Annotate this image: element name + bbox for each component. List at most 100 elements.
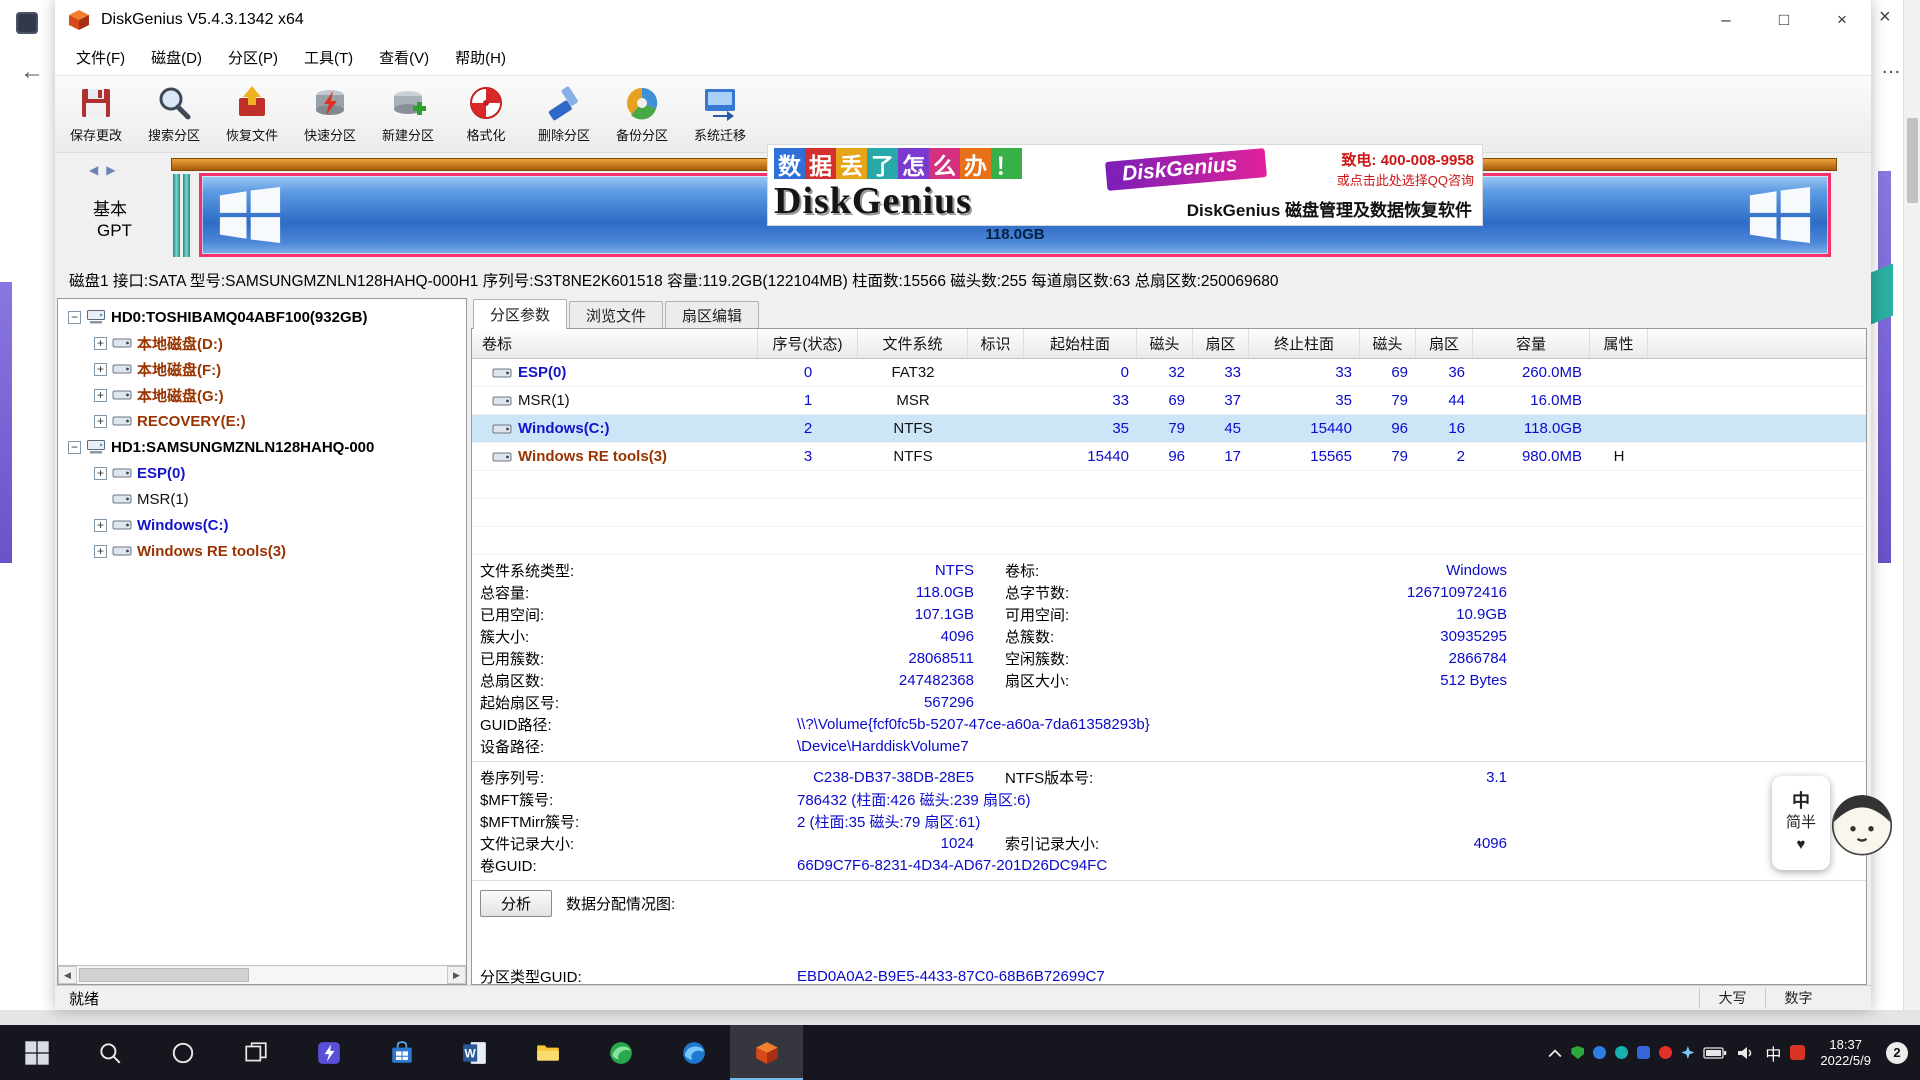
background-close-icon[interactable]: × <box>1879 6 1891 29</box>
tray-dot-red-icon[interactable] <box>1659 1046 1672 1059</box>
menu-file[interactable]: 文件(F) <box>63 42 138 73</box>
ime-mode-label[interactable]: 中 <box>1792 791 1810 811</box>
expand-icon[interactable]: + <box>94 545 107 558</box>
maximize-button[interactable]: □ <box>1755 0 1813 40</box>
close-button[interactable]: × <box>1813 0 1871 40</box>
ime-toolbar[interactable]: 中 简半 ♥ <box>1772 776 1830 870</box>
table-row[interactable]: ESP(0)0FAT3203233336936260.0MB <box>472 359 1866 387</box>
collapse-icon[interactable]: − <box>68 441 81 454</box>
expand-icon[interactable]: + <box>94 363 107 376</box>
column-header[interactable]: 文件系统 <box>858 329 968 358</box>
table-row[interactable]: Windows RE tools(3)3NTFS1544096171556579… <box>472 443 1866 471</box>
column-header[interactable]: 容量 <box>1473 329 1590 358</box>
pinned-app-green-browser[interactable] <box>584 1025 657 1080</box>
menu-tools[interactable]: 工具(T) <box>291 42 366 73</box>
toolbar-button-search-partition[interactable]: 搜索分区 <box>135 77 213 151</box>
table-row[interactable]: Windows(C:)2NTFS357945154409616118.0GB <box>472 415 1866 443</box>
tree-item[interactable]: +ESP(0) <box>58 460 466 486</box>
scrollbar-track[interactable] <box>77 966 447 984</box>
toolbar-button-backup-partition[interactable]: 备份分区 <box>603 77 681 151</box>
column-header[interactable]: 终止柱面 <box>1249 329 1360 358</box>
scroll-left-icon[interactable] <box>58 966 77 984</box>
column-header[interactable]: 磁头 <box>1137 329 1193 358</box>
minimize-button[interactable]: – <box>1697 0 1755 40</box>
menu-partition[interactable]: 分区(P) <box>215 42 291 73</box>
tray-snowflake-icon[interactable] <box>1681 1046 1694 1059</box>
toolbar-button-delete-partition[interactable]: 删除分区 <box>525 77 603 151</box>
taskbar-clock[interactable]: 18:37 2022/5/9 <box>1820 1037 1871 1069</box>
start-button[interactable] <box>0 1025 73 1080</box>
speaker-icon[interactable] <box>1736 1045 1756 1061</box>
menu-disk[interactable]: 磁盘(D) <box>138 42 215 73</box>
app-diskgenius[interactable] <box>730 1025 803 1080</box>
column-header[interactable]: 起始柱面 <box>1024 329 1137 358</box>
scrollbar-thumb[interactable] <box>79 968 249 982</box>
pinned-app-store[interactable] <box>365 1025 438 1080</box>
expand-icon[interactable]: + <box>94 389 107 402</box>
prev-disk-icon[interactable] <box>89 163 98 177</box>
pinned-app-lightning[interactable] <box>292 1025 365 1080</box>
table-row[interactable]: MSR(1)1MSR33693735794416.0MB <box>472 387 1866 415</box>
other-disk-stripes[interactable] <box>173 174 190 257</box>
column-header[interactable]: 序号(状态) <box>758 329 858 358</box>
tab-sector-edit[interactable]: 扇区编辑 <box>665 301 759 328</box>
toolbar-button-recover-files[interactable]: 恢复文件 <box>213 77 291 151</box>
tab-browse-files[interactable]: 浏览文件 <box>569 301 663 328</box>
column-header[interactable]: 扇区 <box>1193 329 1249 358</box>
collapse-icon[interactable]: − <box>68 311 81 324</box>
tree-hscrollbar[interactable] <box>58 965 466 984</box>
background-scrollbar[interactable] <box>1903 0 1920 1010</box>
tray-expand-icon[interactable] <box>1548 1048 1562 1058</box>
pinned-app-edge[interactable] <box>657 1025 730 1080</box>
tree-item[interactable]: +Windows RE tools(3) <box>58 538 466 564</box>
expand-icon[interactable]: + <box>94 337 107 350</box>
column-header[interactable]: 扇区 <box>1416 329 1473 358</box>
tree-item[interactable]: +本地磁盘(F:) <box>58 356 466 382</box>
ime-heart-icon[interactable]: ♥ <box>1797 835 1806 855</box>
tree-item[interactable]: −HD0:TOSHIBAMQ04ABF100(932GB) <box>58 304 466 330</box>
pinned-app-file-explorer[interactable] <box>511 1025 584 1080</box>
scroll-right-icon[interactable] <box>447 966 466 984</box>
toolbar-button-save[interactable]: 保存更改 <box>57 77 135 151</box>
tree-item[interactable]: +本地磁盘(D:) <box>58 330 466 356</box>
notification-badge[interactable]: 2 <box>1886 1042 1908 1064</box>
tree-item[interactable]: −HD1:SAMSUNGMZNLN128HAHQ-000 <box>58 434 466 460</box>
disk-nav-arrows[interactable] <box>89 163 115 177</box>
background-more-icon[interactable]: … <box>1881 56 1902 79</box>
toolbar-button-migrate-system[interactable]: 系统迁移 <box>681 77 759 151</box>
ad-banner[interactable]: 数据丢了怎么办！ DiskGenius DiskGenius 致电: 400-0… <box>767 144 1483 226</box>
ime-indicator[interactable]: 中 <box>1765 1041 1781 1065</box>
task-view-button[interactable] <box>219 1025 292 1080</box>
expand-icon[interactable]: + <box>94 415 107 428</box>
column-header[interactable]: 标识 <box>968 329 1024 358</box>
back-arrow-icon[interactable]: ← <box>20 58 44 86</box>
tray-shield-icon[interactable] <box>1571 1046 1584 1059</box>
expand-icon[interactable]: + <box>94 519 107 532</box>
tray-dot-teal-icon[interactable] <box>1615 1046 1628 1059</box>
toolbar-button-quick-partition[interactable]: 快速分区 <box>291 77 369 151</box>
column-header[interactable]: 卷标 <box>472 329 758 358</box>
tray-dot-blue-icon[interactable] <box>1593 1046 1606 1059</box>
tray-square-blue-icon[interactable] <box>1637 1046 1650 1059</box>
ime-options-label[interactable]: 简半 <box>1786 813 1816 833</box>
column-header[interactable]: 磁头 <box>1360 329 1416 358</box>
banner-qq-link[interactable]: 或点击此处选择QQ咨询 <box>1337 170 1474 189</box>
toolbar-button-format[interactable]: 格式化 <box>447 77 525 151</box>
tree-item[interactable]: +本地磁盘(G:) <box>58 382 466 408</box>
tray-red-app-icon[interactable] <box>1790 1045 1805 1060</box>
tree-item[interactable]: MSR(1) <box>58 486 466 512</box>
menu-help[interactable]: 帮助(H) <box>442 42 519 73</box>
column-header[interactable]: 属性 <box>1590 329 1648 358</box>
analyze-button[interactable]: 分析 <box>480 890 552 917</box>
toolbar-button-new-partition[interactable]: 新建分区 <box>369 77 447 151</box>
taskbar-search-button[interactable] <box>73 1025 146 1080</box>
battery-icon[interactable] <box>1703 1046 1727 1060</box>
tree-item[interactable]: +Windows(C:) <box>58 512 466 538</box>
pinned-app-word[interactable]: W <box>438 1025 511 1080</box>
next-disk-icon[interactable] <box>106 163 115 177</box>
background-scrollbar-thumb[interactable] <box>1907 118 1918 203</box>
cortana-button[interactable] <box>146 1025 219 1080</box>
tree-item[interactable]: +RECOVERY(E:) <box>58 408 466 434</box>
tab-partition-params[interactable]: 分区参数 <box>473 299 567 329</box>
menu-view[interactable]: 查看(V) <box>366 42 442 73</box>
